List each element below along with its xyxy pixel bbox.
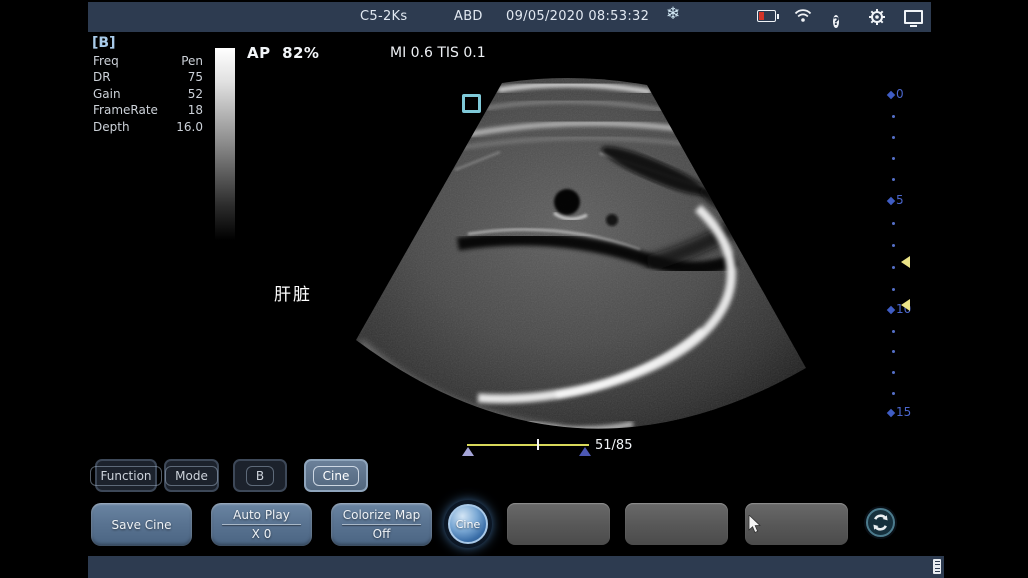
param-value: 52 (188, 87, 203, 101)
cine-frame-counter: 51/85 (595, 438, 632, 453)
help-icon[interactable]: ? (833, 10, 839, 29)
ruler-diamond-icon (887, 409, 895, 417)
ruler-diamond-icon (887, 91, 895, 99)
refresh-knob-icon[interactable] (866, 508, 895, 537)
ruler-mark: 0 (896, 87, 904, 101)
probe-label: C5-2Ks (360, 9, 407, 24)
cine-end-marker-icon[interactable] (579, 447, 591, 456)
acoustic-power-readout: AP 82% (247, 44, 319, 62)
divider (222, 524, 301, 525)
param-row: Depth 16.0 (93, 120, 203, 134)
param-label: Depth (93, 120, 130, 134)
cine-progress-line[interactable] (467, 444, 589, 446)
param-row: Gain 52 (93, 87, 203, 101)
ruler-mark: 15 (896, 405, 911, 419)
softkey-empty-1[interactable] (507, 503, 610, 545)
param-label: Gain (93, 87, 121, 101)
keyboard-toggle-icon[interactable] (933, 559, 941, 574)
mouse-cursor-icon (748, 515, 762, 535)
grayscale-map-bar (215, 48, 235, 240)
ruler-diamond-icon (887, 306, 895, 314)
param-label: FrameRate (93, 103, 158, 117)
param-row: Freq Pen (93, 54, 203, 68)
battery-icon (757, 10, 776, 22)
ultrasound-screen: C5-2Ks ABD 09/05/2020 08:53:32 ❄ ? (0, 0, 1028, 578)
body-annotation-label[interactable]: 肝脏 (274, 280, 312, 305)
ruler-mark: 5 (896, 193, 904, 207)
param-label: Freq (93, 54, 119, 68)
save-cine-button[interactable]: Save Cine (91, 503, 192, 546)
preset-label: ABD (454, 9, 483, 24)
mi-tis-readout: MI 0.6 TIS 0.1 (390, 45, 486, 61)
bottom-status-bar (88, 556, 944, 578)
divider (342, 524, 421, 525)
focus-marker-icon[interactable] (901, 299, 910, 311)
tab-cine[interactable]: Cine (304, 459, 368, 492)
tab-function[interactable]: Function (95, 459, 157, 492)
param-value: 16.0 (176, 120, 203, 134)
monitor-icon[interactable] (904, 10, 923, 27)
ruler-diamond-icon (887, 197, 895, 205)
top-status-bar: C5-2Ks ABD 09/05/2020 08:53:32 ❄ ? (88, 2, 931, 32)
param-label: DR (93, 70, 111, 84)
param-value: 18 (188, 103, 203, 117)
auto-play-button[interactable]: Auto Play X 0 (211, 503, 312, 546)
probe-orientation-marker-icon (462, 94, 481, 113)
param-value: Pen (181, 54, 203, 68)
cine-knob-button[interactable]: Cine (448, 504, 488, 544)
param-row: FrameRate 18 (93, 103, 203, 117)
softkey-empty-2[interactable] (625, 503, 728, 545)
gear-icon[interactable] (868, 8, 886, 30)
tab-b[interactable]: B (233, 459, 287, 492)
colorize-map-button[interactable]: Colorize Map Off (331, 503, 432, 546)
freeze-snowflake-icon: ❄ (666, 4, 680, 24)
cine-start-marker-icon[interactable] (462, 447, 474, 456)
wifi-icon (794, 8, 812, 27)
param-row: DR 75 (93, 70, 203, 84)
datetime-label: 09/05/2020 08:53:32 (506, 9, 649, 24)
mode-indicator: [B] (92, 35, 115, 51)
cine-position-tick[interactable] (537, 439, 539, 450)
tab-mode[interactable]: Mode (164, 459, 219, 492)
param-value: 75 (188, 70, 203, 84)
focus-marker-icon[interactable] (901, 256, 910, 268)
